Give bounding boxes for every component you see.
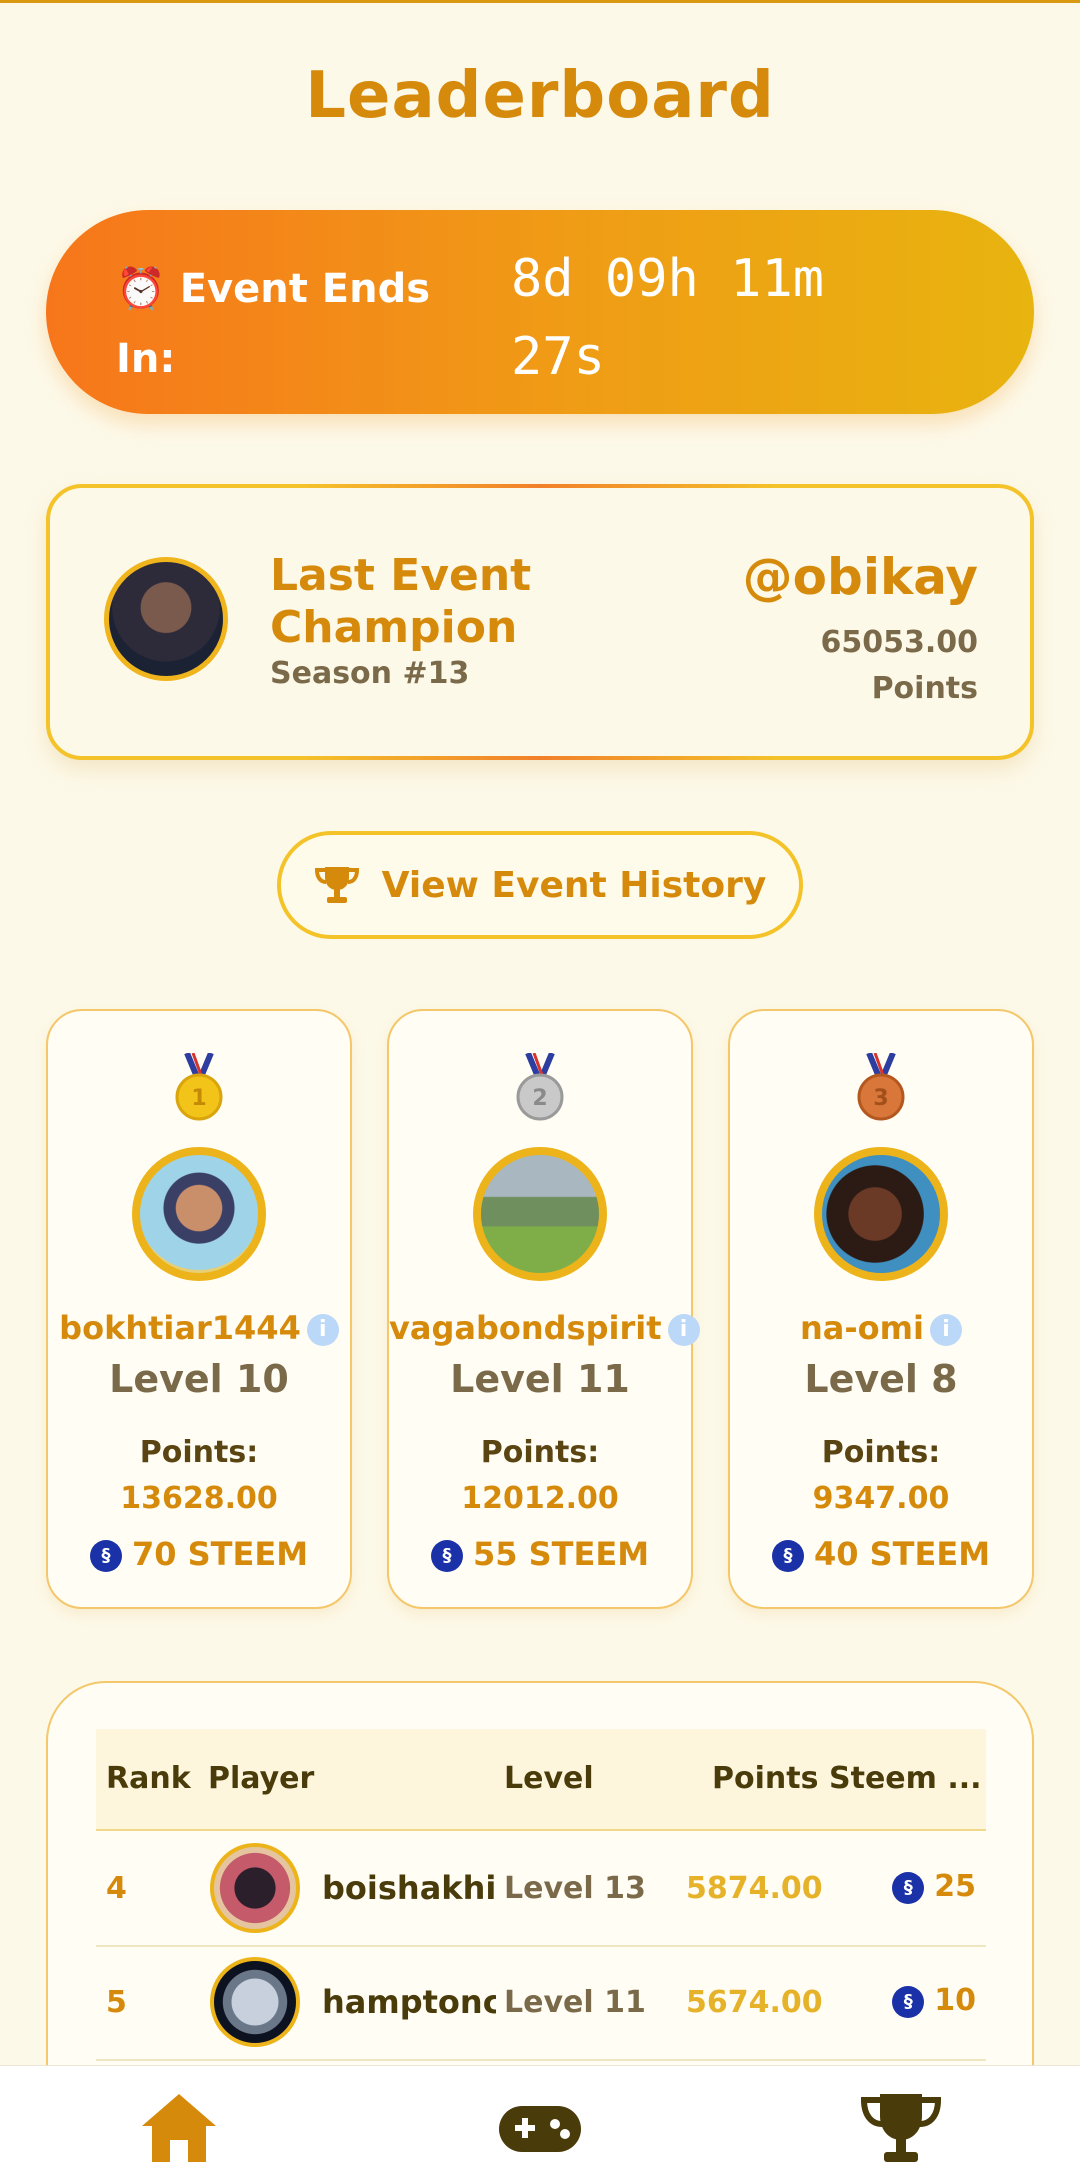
svg-text:2: 2 xyxy=(532,1086,547,1111)
row-rank: 5 xyxy=(106,1985,127,2020)
podium-level: Level 11 xyxy=(450,1357,630,1401)
podium-points-label: Points: xyxy=(480,1435,600,1470)
steem-icon: § xyxy=(892,1871,925,1904)
nav-leaderboard-button[interactable] xyxy=(856,2088,946,2168)
nav-home-button[interactable] xyxy=(134,2088,224,2168)
podium-card-first[interactable]: 1 bokhtiar1444 i Level 10 Points: 13628.0… xyxy=(46,1009,352,1609)
header-level[interactable]: Level xyxy=(504,1761,594,1796)
gamepad-icon xyxy=(499,2106,581,2152)
row-level: Level 13 xyxy=(504,1871,646,1906)
steem-icon: § xyxy=(89,1540,122,1572)
podium-points: 13628.00 xyxy=(120,1481,278,1516)
countdown-time: 8d 09h 11m 27s xyxy=(511,249,825,387)
row-player[interactable]: boishakhi1 xyxy=(322,1869,496,1907)
row-steem: § 25 xyxy=(892,1869,976,1904)
steem-icon: § xyxy=(892,1985,925,2018)
row-level: Level 11 xyxy=(504,1985,646,2020)
champion-username[interactable]: @obikay xyxy=(743,548,978,606)
bronze-medal-icon: 3 xyxy=(857,1053,905,1121)
podium-points: 12012.00 xyxy=(461,1481,619,1516)
steem-icon: § xyxy=(430,1540,463,1572)
svg-text:3: 3 xyxy=(873,1086,888,1111)
row-rank: 4 xyxy=(106,1871,127,1906)
silver-medal-icon: 2 xyxy=(516,1053,564,1121)
podium-points-label: Points: xyxy=(139,1435,259,1470)
svg-text:1: 1 xyxy=(191,1086,206,1111)
header-points[interactable]: Points xyxy=(712,1761,818,1796)
countdown-label: ⏰ Event Ends In: xyxy=(116,266,431,382)
avatar[interactable] xyxy=(814,1147,948,1281)
header-rank[interactable]: Rank xyxy=(106,1761,191,1796)
table-row[interactable]: 4 boishakhi1 Level 13 5874.00 §25 xyxy=(96,1831,986,1947)
trophy-icon xyxy=(314,867,359,903)
avatar[interactable] xyxy=(210,1843,300,1933)
bottom-navigation xyxy=(0,2065,1080,2181)
page-title: Leaderboard xyxy=(305,59,775,133)
steem-icon: § xyxy=(771,1540,804,1572)
champion-card: Last Event Champion Season #13 @obikay 6… xyxy=(46,484,1034,760)
info-icon[interactable]: i xyxy=(667,1314,700,1346)
table-header: Rank Player Level Points Steem ... xyxy=(96,1729,986,1831)
row-steem: § 10 xyxy=(892,1983,976,2018)
trophy-icon xyxy=(860,2094,942,2162)
header-player[interactable]: Player xyxy=(208,1761,314,1796)
countdown-banner: ⏰ Event Ends In: 8d 09h 11m 27s xyxy=(46,210,1034,414)
home-icon xyxy=(142,2094,216,2162)
row-points: 5874.00 xyxy=(686,1871,823,1906)
podium-reward: § 55 STEEM xyxy=(389,1535,691,1573)
podium-username[interactable]: na-omi i xyxy=(730,1309,1032,1347)
avatar[interactable] xyxy=(132,1147,266,1281)
gold-medal-icon: 1 xyxy=(175,1053,223,1121)
podium-points: 9347.00 xyxy=(812,1481,950,1516)
champion-title: Last Event Champion xyxy=(270,550,532,653)
champion-points: 65053.00 Points xyxy=(820,625,978,706)
podium-reward: § 70 STEEM xyxy=(48,1535,350,1573)
row-player[interactable]: hamptoncc xyxy=(322,1983,496,2021)
podium-level: Level 8 xyxy=(804,1357,958,1401)
view-event-history-label: View Event History xyxy=(381,864,767,906)
champion-season: Season #13 xyxy=(270,656,470,691)
avatar[interactable] xyxy=(473,1147,607,1281)
avatar[interactable] xyxy=(210,1957,300,2047)
podium-card-third[interactable]: 3 na-omi i Level 8 Points: 9347.00 § 40 ST… xyxy=(728,1009,1034,1609)
info-icon[interactable]: i xyxy=(929,1314,962,1346)
info-icon[interactable]: i xyxy=(306,1314,339,1346)
podium-level: Level 10 xyxy=(109,1357,289,1401)
nav-games-button[interactable] xyxy=(495,2088,585,2168)
podium-reward: § 40 STEEM xyxy=(730,1535,1032,1573)
row-points: 5674.00 xyxy=(686,1985,823,2020)
view-event-history-button[interactable]: View Event History xyxy=(277,831,803,939)
podium-username[interactable]: bokhtiar1444 i xyxy=(48,1309,350,1347)
champion-avatar xyxy=(104,557,228,681)
podium-username[interactable]: vagabondspirit i xyxy=(389,1309,700,1347)
table-row[interactable]: 5 hamptoncc Level 11 5674.00 §10 xyxy=(96,1945,986,2061)
header-steem[interactable]: Steem ... xyxy=(829,1761,982,1796)
podium-points-label: Points: xyxy=(821,1435,941,1470)
podium-card-second[interactable]: 2 vagabondspirit i Level 11 Points: 12012… xyxy=(387,1009,700,1609)
